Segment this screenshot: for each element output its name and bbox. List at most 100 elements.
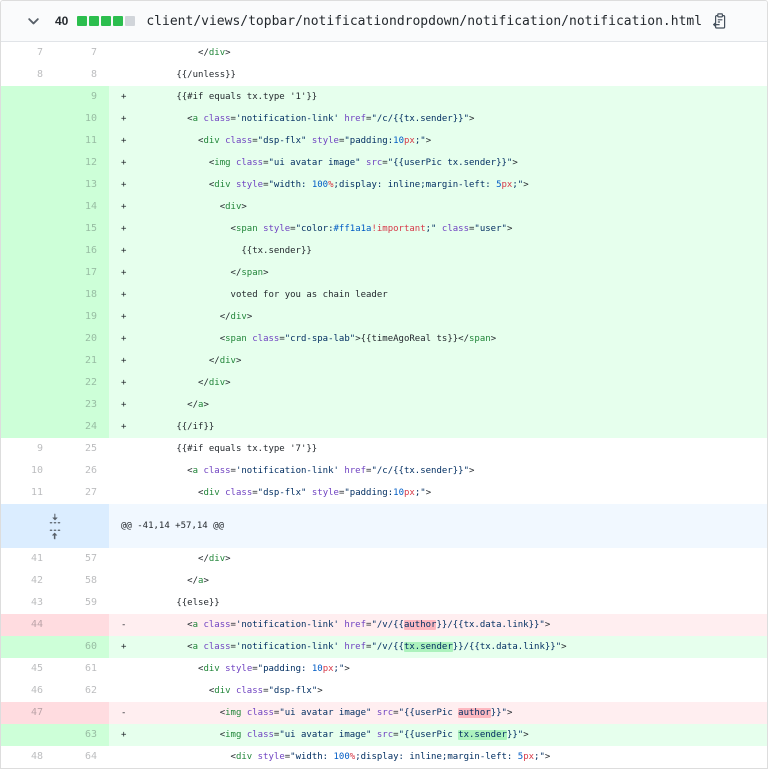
- old-line-number[interactable]: 44: [1, 614, 55, 636]
- code-token: class: [203, 642, 231, 652]
- new-line-number[interactable]: 26: [55, 460, 109, 482]
- new-line-number[interactable]: 11: [55, 130, 109, 152]
- diff-row: 19 + </div>: [1, 306, 767, 328]
- code-token: span: [225, 334, 247, 344]
- diffstat-blocks: [77, 16, 136, 26]
- diff-row: 46 62 <div class="dsp-flx">: [1, 680, 767, 702]
- code-token: div: [225, 202, 242, 212]
- code-token: div: [208, 378, 226, 388]
- old-line-number[interactable]: [1, 416, 55, 438]
- new-line-number[interactable]: 25: [55, 438, 109, 460]
- old-line-number[interactable]: [1, 724, 55, 746]
- new-line-number[interactable]: 16: [55, 240, 109, 262]
- file-path-link[interactable]: client/views/topbar/notificationdropdown…: [146, 14, 702, 29]
- code-token: @@ -41,14 +57,14 @@: [121, 521, 224, 531]
- code-token: class: [252, 334, 280, 344]
- code-token: class: [246, 708, 274, 718]
- old-line-number[interactable]: [1, 636, 55, 658]
- new-line-number[interactable]: 24: [55, 416, 109, 438]
- new-line-number[interactable]: 20: [55, 328, 109, 350]
- new-line-number[interactable]: 22: [55, 372, 109, 394]
- old-line-number[interactable]: 11: [1, 482, 55, 504]
- new-line-number[interactable]: 61: [55, 658, 109, 680]
- new-line-number[interactable]: 21: [55, 350, 109, 372]
- expand-up-icon[interactable]: [49, 528, 61, 540]
- collapse-chevron-down-icon[interactable]: [27, 15, 40, 28]
- new-line-number[interactable]: 8: [55, 64, 109, 86]
- code-token: span: [469, 334, 491, 344]
- expand-down-icon[interactable]: [49, 513, 61, 525]
- diff-marker: -: [121, 620, 127, 630]
- old-line-number[interactable]: 10: [1, 460, 55, 482]
- code-token: <: [133, 466, 193, 476]
- old-line-number[interactable]: [1, 394, 55, 416]
- old-line-number[interactable]: [1, 196, 55, 218]
- old-line-number[interactable]: 9: [1, 438, 55, 460]
- diffstat-added-square: [77, 16, 88, 26]
- new-line-number[interactable]: 17: [55, 262, 109, 284]
- new-line-number[interactable]: 57: [55, 548, 109, 570]
- code-token: <: [133, 642, 193, 652]
- new-line-number[interactable]: 19: [55, 306, 109, 328]
- new-line-number[interactable]: 59: [55, 592, 109, 614]
- diff-marker: +: [121, 290, 127, 300]
- diff-row: 60 + <a class='notification-link' href="/…: [1, 636, 767, 658]
- diff-marker: +: [121, 334, 127, 344]
- new-line-number[interactable]: 27: [55, 482, 109, 504]
- new-line-number[interactable]: 62: [55, 680, 109, 702]
- code-token: >: [344, 664, 350, 674]
- code-token: src: [366, 158, 383, 168]
- new-line-number[interactable]: 14: [55, 196, 109, 218]
- copy-path-icon[interactable]: [711, 12, 727, 30]
- old-line-number[interactable]: [1, 306, 55, 328]
- old-line-number[interactable]: [1, 130, 55, 152]
- code-token: #ff1a1a: [333, 224, 372, 234]
- old-line-number[interactable]: [1, 328, 55, 350]
- new-line-number[interactable]: [55, 614, 109, 636]
- old-line-number[interactable]: [1, 350, 55, 372]
- old-line-number[interactable]: 41: [1, 548, 55, 570]
- old-line-number[interactable]: 46: [1, 680, 55, 702]
- code-token: </: [133, 378, 209, 388]
- code-token: >: [225, 48, 231, 58]
- old-line-number[interactable]: 7: [1, 42, 55, 64]
- old-line-number[interactable]: [1, 262, 55, 284]
- old-line-number[interactable]: [1, 174, 55, 196]
- old-line-number[interactable]: 48: [1, 746, 55, 768]
- code-token: div: [208, 554, 226, 564]
- new-line-number[interactable]: 9: [55, 86, 109, 108]
- new-line-number[interactable]: 63: [55, 724, 109, 746]
- code-token: img: [214, 158, 231, 168]
- code-line: <div class="dsp-flx" style="padding:10px…: [109, 482, 767, 504]
- new-line-number[interactable]: 15: [55, 218, 109, 240]
- old-line-number[interactable]: [1, 86, 55, 108]
- diff-row: 17 + </span>: [1, 262, 767, 284]
- diff-row: 12 + <img class="ui avatar image" src="{{…: [1, 152, 767, 174]
- old-line-number[interactable]: 47: [1, 702, 55, 724]
- code-token: ;display: inline;margin-left:: [355, 752, 518, 762]
- new-line-number[interactable]: 13: [55, 174, 109, 196]
- code-token: }}": [490, 708, 507, 718]
- diff-row: 88 {{/unless}}: [1, 64, 767, 86]
- old-line-number[interactable]: 42: [1, 570, 55, 592]
- new-line-number[interactable]: 64: [55, 746, 109, 768]
- new-line-number[interactable]: 60: [55, 636, 109, 658]
- old-line-number[interactable]: [1, 218, 55, 240]
- old-line-number[interactable]: [1, 372, 55, 394]
- new-line-number[interactable]: 12: [55, 152, 109, 174]
- old-line-number[interactable]: 8: [1, 64, 55, 86]
- old-line-number[interactable]: [1, 284, 55, 306]
- code-token: style: [311, 136, 339, 146]
- old-line-number[interactable]: [1, 152, 55, 174]
- new-line-number[interactable]: 10: [55, 108, 109, 130]
- old-line-number[interactable]: 45: [1, 658, 55, 680]
- old-line-number[interactable]: 43: [1, 592, 55, 614]
- new-line-number[interactable]: 23: [55, 394, 109, 416]
- code-token: >: [246, 312, 253, 322]
- old-line-number[interactable]: [1, 240, 55, 262]
- new-line-number[interactable]: 18: [55, 284, 109, 306]
- new-line-number[interactable]: 58: [55, 570, 109, 592]
- new-line-number[interactable]: [55, 702, 109, 724]
- old-line-number[interactable]: [1, 108, 55, 130]
- new-line-number[interactable]: 7: [55, 42, 109, 64]
